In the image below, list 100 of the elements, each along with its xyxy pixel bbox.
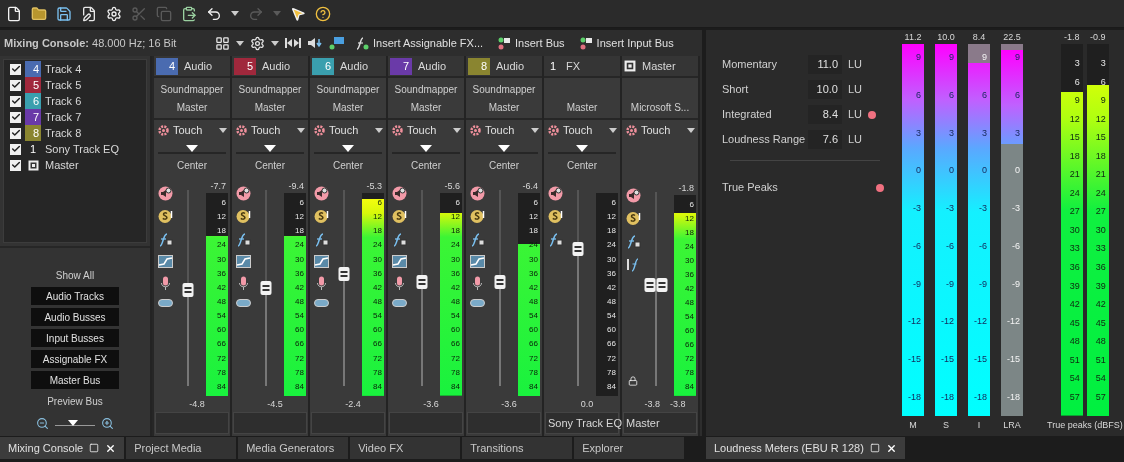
zoom-in-icon[interactable]: [101, 417, 114, 430]
panel-tab[interactable]: Mixing Console: [0, 437, 125, 459]
automation-gear-icon[interactable]: [391, 123, 404, 137]
track-name[interactable]: Track 6: [45, 92, 82, 110]
close-icon[interactable]: [885, 442, 897, 454]
oval-toggle-icon[interactable]: [157, 299, 173, 307]
solo-icon[interactable]: [547, 209, 563, 224]
microphone-icon[interactable]: [393, 276, 405, 291]
panel-tab[interactable]: Loudness Meters (EBU R 128): [706, 437, 905, 459]
paste-icon[interactable]: [181, 5, 197, 22]
track-name[interactable]: Track 4: [45, 60, 82, 78]
settings-icon[interactable]: [106, 5, 122, 22]
fader-thumb[interactable]: [572, 241, 584, 256]
checkbox[interactable]: [10, 111, 21, 123]
track-name[interactable]: Sony Track EQ: [45, 140, 119, 158]
caret-icon[interactable]: [375, 127, 383, 133]
oval-toggle-icon[interactable]: [391, 299, 407, 307]
file-pen-icon[interactable]: [81, 5, 97, 22]
pointer-icon[interactable]: [290, 5, 306, 22]
channel-name-field[interactable]: Master: [623, 412, 697, 434]
pan-thumb[interactable]: [498, 145, 510, 152]
routing-label[interactable]: Master: [488, 100, 520, 115]
panel-tab[interactable]: Project Media: [126, 437, 237, 459]
automation-curve-icon[interactable]: [313, 255, 329, 268]
effects-icon[interactable]: [313, 232, 329, 247]
effects-icon[interactable]: [547, 232, 563, 247]
routing-label[interactable]: Master: [566, 100, 598, 115]
automation-mode[interactable]: Touch: [641, 121, 684, 139]
speaker-mute-icon[interactable]: [469, 186, 485, 201]
fader-thumb[interactable]: [182, 282, 194, 297]
zoom-out-icon[interactable]: [36, 417, 49, 430]
effects-icon[interactable]: [235, 232, 251, 247]
panel-tab[interactable]: Media Generators: [238, 437, 349, 459]
solo-icon[interactable]: [235, 209, 251, 224]
automation-mode[interactable]: Touch: [251, 121, 294, 139]
automation-gear-icon[interactable]: [313, 123, 326, 137]
speaker-down-icon[interactable]: [307, 37, 323, 49]
track-name[interactable]: Master: [45, 156, 79, 174]
pan-thumb[interactable]: [420, 145, 432, 152]
automation-mode[interactable]: Touch: [563, 121, 606, 139]
zoom-thumb[interactable]: [68, 419, 78, 426]
routing-label[interactable]: Soundmapper: [160, 82, 224, 97]
routing-label[interactable]: Master: [410, 100, 442, 115]
pan-thumb[interactable]: [576, 145, 588, 152]
panel-tab[interactable]: Transitions: [462, 437, 573, 459]
channel-name-field[interactable]: [467, 412, 541, 434]
checkbox[interactable]: [10, 63, 21, 75]
settings-icon[interactable]: [250, 35, 265, 51]
filter-toggle[interactable]: Preview Bus: [31, 392, 119, 410]
routing-label[interactable]: Master: [254, 100, 286, 115]
solo-icon[interactable]: [313, 209, 329, 224]
automation-mode[interactable]: Touch: [485, 121, 528, 139]
microphone-icon[interactable]: [237, 276, 249, 291]
pan-thumb[interactable]: [186, 145, 198, 152]
pan-thumb[interactable]: [342, 145, 354, 152]
automation-curve-icon[interactable]: [235, 255, 251, 268]
fader-track[interactable]: [642, 192, 670, 386]
lock-icon[interactable]: [628, 376, 638, 386]
pan-thumb[interactable]: [264, 145, 276, 152]
automation-gear-icon[interactable]: [547, 123, 560, 137]
routing-label[interactable]: Microsoft S...: [630, 100, 690, 115]
checkbox[interactable]: [10, 95, 21, 107]
filter-toggle[interactable]: Master Bus: [31, 371, 119, 389]
fader-thumb[interactable]: [260, 281, 272, 295]
layout-icon[interactable]: [215, 35, 230, 51]
save-icon[interactable]: [56, 5, 72, 22]
oval-toggle-icon[interactable]: [313, 299, 329, 307]
checkbox[interactable]: [10, 159, 21, 171]
fader-thumb[interactable]: [494, 275, 506, 290]
caret-icon[interactable]: [687, 127, 695, 133]
speaker-mute-icon[interactable]: [625, 188, 641, 203]
caret-icon[interactable]: [219, 127, 227, 133]
speaker-mute-icon[interactable]: [313, 186, 329, 201]
help-icon[interactable]: [315, 5, 331, 22]
caret-icon[interactable]: [297, 127, 305, 133]
automation-curve-icon[interactable]: [391, 255, 407, 268]
track-name[interactable]: Track 5: [45, 76, 82, 94]
speaker-mute-icon[interactable]: [547, 186, 563, 201]
channel-name-field[interactable]: [389, 412, 463, 434]
panel-tab[interactable]: Explorer: [574, 437, 685, 459]
speaker-mute-icon[interactable]: [391, 186, 407, 201]
checkbox[interactable]: [10, 127, 21, 139]
routing-label[interactable]: Master: [176, 100, 208, 115]
filter-toggle[interactable]: Audio Tracks: [31, 287, 119, 305]
solo-icon[interactable]: [157, 209, 173, 224]
caret-icon[interactable]: [271, 40, 279, 46]
solo-icon[interactable]: [391, 209, 407, 224]
fader-thumb[interactable]: [644, 278, 668, 293]
maximize-icon[interactable]: [869, 443, 880, 453]
solo-icon[interactable]: [469, 209, 485, 224]
fader-thumb[interactable]: [416, 275, 428, 290]
effects-icon[interactable]: [469, 232, 485, 247]
microphone-icon[interactable]: [315, 276, 327, 291]
inward-arrows-icon[interactable]: [285, 37, 301, 49]
insert-fx-button[interactable]: Insert Assignable FX...: [351, 34, 488, 52]
oval-toggle-icon[interactable]: [469, 299, 485, 307]
effects-icon[interactable]: [157, 232, 173, 247]
effects-icon[interactable]: [391, 232, 407, 247]
maximize-icon[interactable]: [89, 443, 100, 453]
channel-name-field[interactable]: [311, 412, 385, 434]
